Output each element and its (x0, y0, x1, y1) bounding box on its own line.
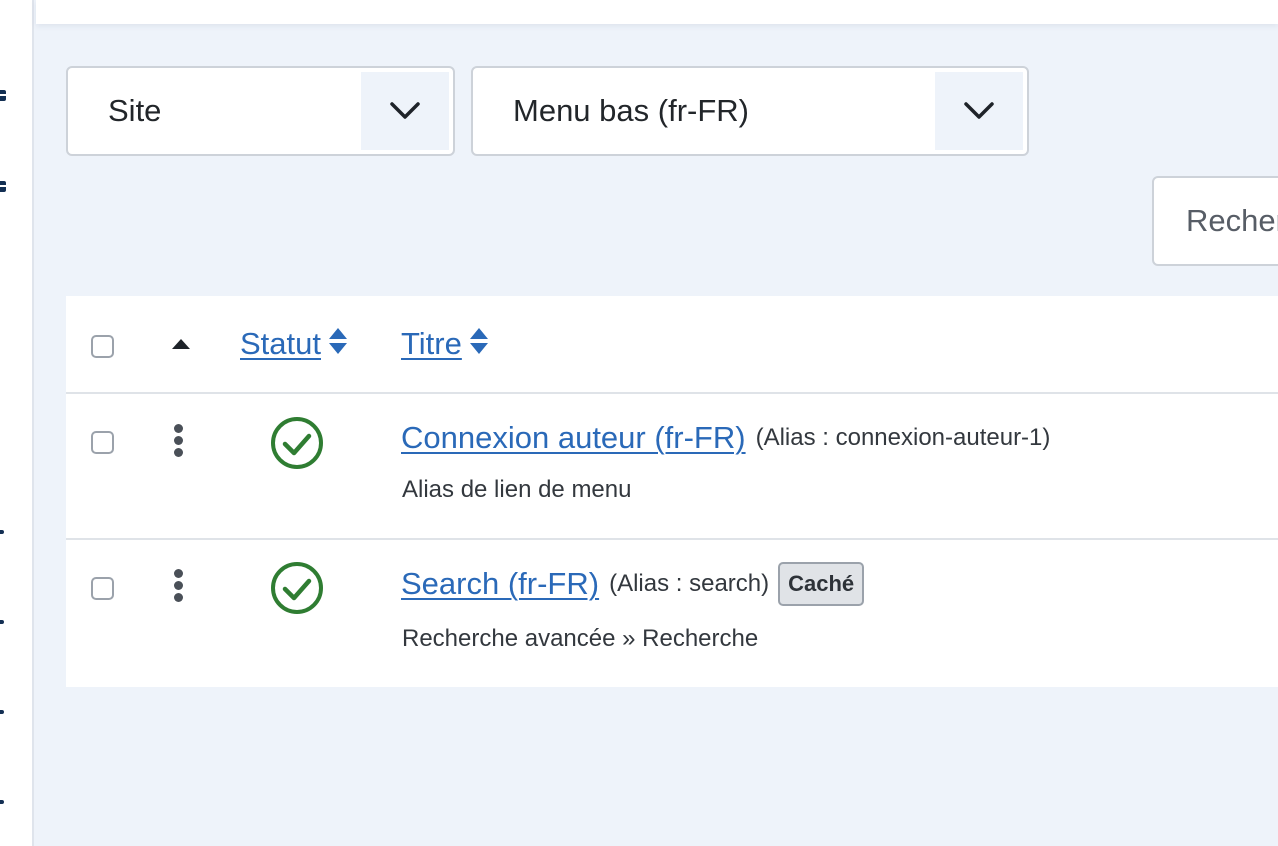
row-checkbox[interactable] (91, 577, 114, 600)
item-type: Recherche avancée » Recherche (402, 625, 759, 652)
item-alias: (Alias : search) (609, 570, 770, 597)
ordering-sort-icon[interactable] (172, 339, 190, 349)
sort-icon (329, 326, 347, 362)
item-alias: (Alias : connexion-auteur-1) (755, 424, 1051, 451)
drag-handle-icon[interactable] (172, 569, 184, 603)
drag-handle-icon[interactable] (172, 424, 184, 458)
item-title-line: Connexion auteur (fr-FR) (Alias : connex… (401, 420, 1050, 456)
menu-select-value: Menu bas (fr-FR) (513, 93, 749, 128)
sidebar-item-bullet[interactable] (0, 530, 4, 534)
table-row: Connexion auteur (fr-FR) (Alias : connex… (66, 394, 1278, 540)
top-toolbar (36, 0, 1278, 24)
sidebar-item-bullet[interactable] (0, 710, 4, 714)
sort-by-title-link[interactable]: Titre (401, 326, 488, 362)
sidebar-item-bullet[interactable] (0, 620, 4, 624)
client-select[interactable]: Site (66, 66, 455, 156)
menu-select[interactable]: Menu bas (fr-FR) (471, 66, 1029, 156)
status-header-label: Statut (240, 326, 321, 361)
item-title-link[interactable]: Connexion auteur (fr-FR) (401, 420, 746, 456)
select-all-checkbox[interactable] (91, 335, 114, 358)
published-check-icon[interactable] (270, 416, 324, 470)
search-field[interactable] (1152, 176, 1278, 266)
menu-items-table: Statut Titre Connexion auteur (fr-FR) (A… (66, 296, 1278, 687)
chevron-down-icon (361, 72, 449, 150)
table-row: Search (fr-FR) (Alias : search) Caché Re… (66, 540, 1278, 687)
table-header: Statut Titre (66, 296, 1278, 394)
sidebar-menu-icon[interactable] (0, 90, 6, 101)
item-type: Alias de lien de menu (402, 476, 632, 503)
title-header-label: Titre (401, 326, 462, 361)
sidebar-item-bullet[interactable] (0, 800, 4, 804)
sidebar (0, 0, 34, 846)
sidebar-menu-icon[interactable] (0, 181, 6, 192)
published-check-icon[interactable] (270, 561, 324, 615)
chevron-down-icon (935, 72, 1023, 150)
sort-icon (469, 326, 488, 362)
client-select-value: Site (108, 93, 162, 128)
hidden-badge: Caché (778, 562, 865, 606)
row-checkbox[interactable] (91, 431, 114, 454)
item-title-line: Search (fr-FR) (Alias : search) Caché (401, 562, 865, 606)
item-title-link[interactable]: Search (fr-FR) (401, 566, 599, 602)
search-input[interactable] (1154, 178, 1278, 264)
sort-by-status-link[interactable]: Statut (240, 326, 347, 362)
